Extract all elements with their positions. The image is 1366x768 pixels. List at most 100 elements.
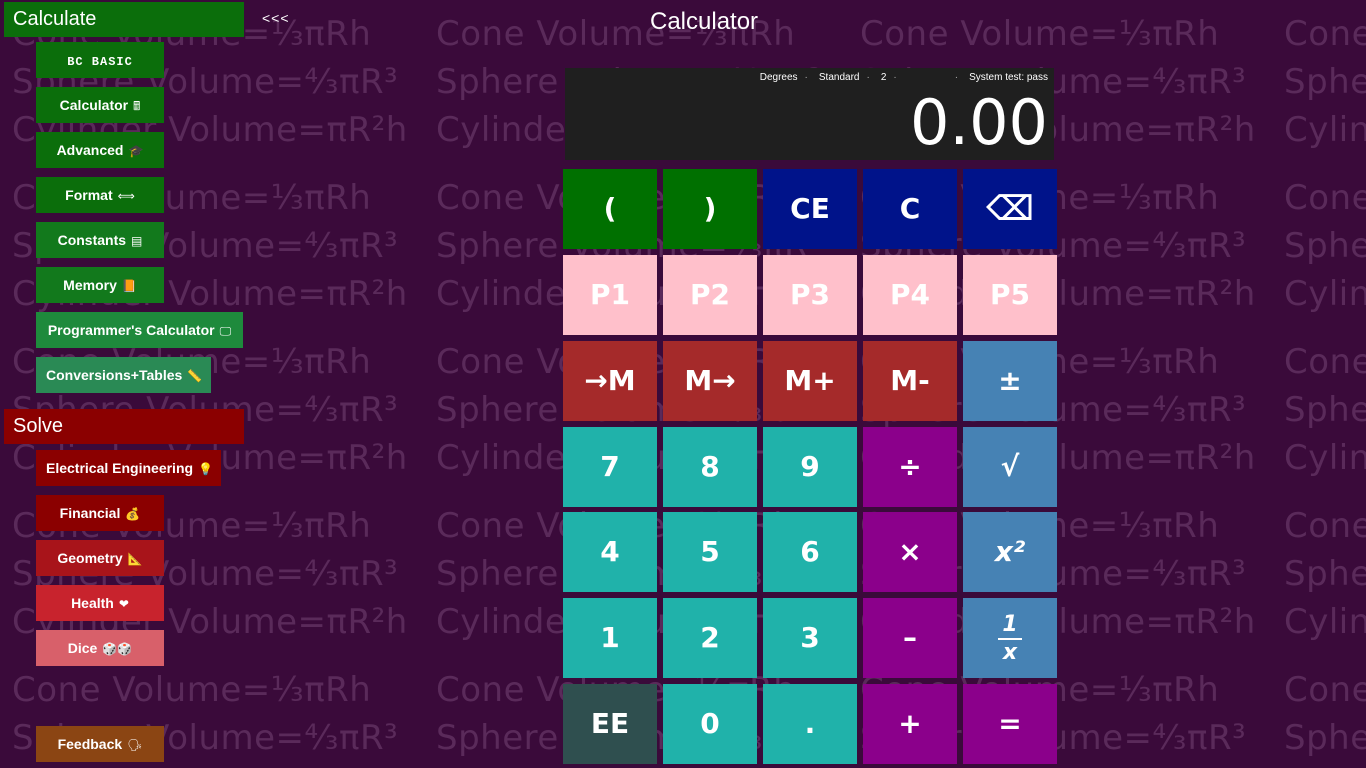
nav-item-constants[interactable]: Constants ▤ [36,222,164,258]
clear-entry-key[interactable]: CE [763,169,857,249]
nav-item-memory[interactable]: Memory 📙 [36,267,164,303]
status-separator: · [954,72,959,83]
key-label: ) [703,192,717,225]
feedback-button[interactable]: Feedback 🗣 [36,726,164,762]
background-formula-text: Cylinder Volume=πR²h [1284,110,1366,150]
fraction-denominator: x [1002,640,1018,665]
key-label: 4 [600,535,620,568]
divide-key[interactable]: ÷ [863,427,957,507]
nav-item-conversions-tables[interactable]: Conversions+Tables 📏 [36,357,211,393]
p1-key[interactable]: P1 [563,255,657,335]
status-separator: · [893,72,897,83]
digit-1-key[interactable]: 1 [563,598,657,678]
calculator-icon: 🖩 [133,99,141,113]
digit-8-key[interactable]: 8 [663,427,757,507]
background-formula-text: Sphere Volume=⁴⁄₃πR³ [1284,226,1366,266]
key-label: ( [603,192,617,225]
calculator-display: Degrees · Standard · 2 · · System test: pass 0.… [565,68,1054,160]
fraction-numerator: 1 [998,614,1022,640]
digit-3-key[interactable]: 3 [763,598,857,678]
nav-item-label: Conversions+Tables [46,367,183,383]
store-memory-key[interactable]: →M [563,341,657,421]
nav-item-label: Advanced [56,142,124,158]
status-item: System test: pass [969,72,1048,83]
key-label: EE [590,707,630,740]
key-label: 8 [700,450,720,483]
digit-9-key[interactable]: 9 [763,427,857,507]
key-label: P5 [989,278,1030,311]
key-label: M→ [684,364,736,397]
digit-2-key[interactable]: 2 [663,598,757,678]
calculate-section-header[interactable]: Calculate [4,2,244,37]
p4-key[interactable]: P4 [863,255,957,335]
key-label: 9 [800,450,820,483]
status-item: 2 [880,72,887,83]
solve-section-header[interactable]: Solve [4,409,244,444]
negate-key[interactable]: ± [963,341,1057,421]
status-separator: · [804,72,808,83]
key-label: P1 [589,278,630,311]
close-paren-key[interactable]: ) [663,169,757,249]
digit-4-key[interactable]: 4 [563,512,657,592]
square-root-key[interactable]: √ [963,427,1057,507]
collapse-sidebar-button[interactable]: <<< [262,10,290,26]
nav-item-label: Calculator [59,97,129,113]
nav-item-label: Format [65,187,113,203]
digit-6-key[interactable]: 6 [763,512,857,592]
multiply-key[interactable]: × [863,512,957,592]
reciprocal-key[interactable]: 1x [963,598,1057,678]
key-label: = [998,707,1022,740]
key-label: + [898,707,922,740]
background-formula-text: Cone Volume=⅓πRh [1284,506,1366,546]
recall-memory-key[interactable]: M→ [663,341,757,421]
nav-item-bc-basic[interactable]: BC BASIC [36,42,164,78]
feedback-label: Feedback [57,736,123,752]
p2-key[interactable]: P2 [663,255,757,335]
key-label: 3 [800,621,820,654]
p3-key[interactable]: P3 [763,255,857,335]
nav-item-format[interactable]: Format ⟺ [36,177,164,213]
nav-item-programmer-s-calculator[interactable]: Programmer's Calculator 🖵 [36,312,243,348]
decimal-key[interactable]: . [763,684,857,764]
digit-5-key[interactable]: 5 [663,512,757,592]
clear-key[interactable]: C [863,169,957,249]
monitor-icon: 🖵 [219,324,232,338]
money-bag-icon: 💰 [125,507,141,521]
nav-item-health[interactable]: Health ❤ [36,585,164,621]
digit-0-key[interactable]: 0 [663,684,757,764]
exponent-key[interactable]: EE [563,684,657,764]
nav-item-label: Health [71,595,114,611]
add-key[interactable]: + [863,684,957,764]
nav-item-financial[interactable]: Financial 💰 [36,495,164,531]
backspace-key[interactable]: ⌫ [963,169,1057,249]
square-key[interactable]: x² [963,512,1057,592]
nav-item-dice[interactable]: Dice 🎲🎲 [36,630,164,666]
memory-subtract-key[interactable]: M- [863,341,957,421]
background-formula-text: Sphere Volume=⁴⁄₃πR³ [1284,62,1366,102]
nav-item-geometry[interactable]: Geometry 📐 [36,540,164,576]
table-icon: ▤ [131,234,143,248]
nav-item-advanced[interactable]: Advanced 🎓 [36,132,164,168]
equals-key[interactable]: = [963,684,1057,764]
nav-item-label: Constants [57,232,127,248]
open-paren-key[interactable]: ( [563,169,657,249]
background-formula-text: Cone Volume=⅓πRh [1284,178,1366,218]
nav-item-calculator[interactable]: Calculator 🖩 [36,87,164,123]
nav-item-label: Electrical Engineering [46,460,194,476]
memory-add-key[interactable]: M+ [763,341,857,421]
p5-key[interactable]: P5 [963,255,1057,335]
background-formula-text: Sphere Volume=⁴⁄₃πR³ [1284,718,1366,758]
background-formula-text: Cone Volume=⅓πRh [12,670,372,710]
key-label: × [898,535,922,568]
key-label: C [899,192,921,225]
subtract-key[interactable]: – [863,598,957,678]
speaking-head-icon: 🗣 [127,738,143,752]
nav-item-label: BC BASIC [67,55,133,69]
key-label: ± [998,364,1022,397]
heart-icon: ❤ [118,597,129,611]
dice-icon: 🎲🎲 [102,642,133,656]
background-formula-text: Cone Volume=⅓πRh [1284,670,1366,710]
nav-item-electrical-engineering[interactable]: Electrical Engineering 💡 [36,450,221,486]
graduation-cap-icon: 🎓 [128,144,144,158]
digit-7-key[interactable]: 7 [563,427,657,507]
